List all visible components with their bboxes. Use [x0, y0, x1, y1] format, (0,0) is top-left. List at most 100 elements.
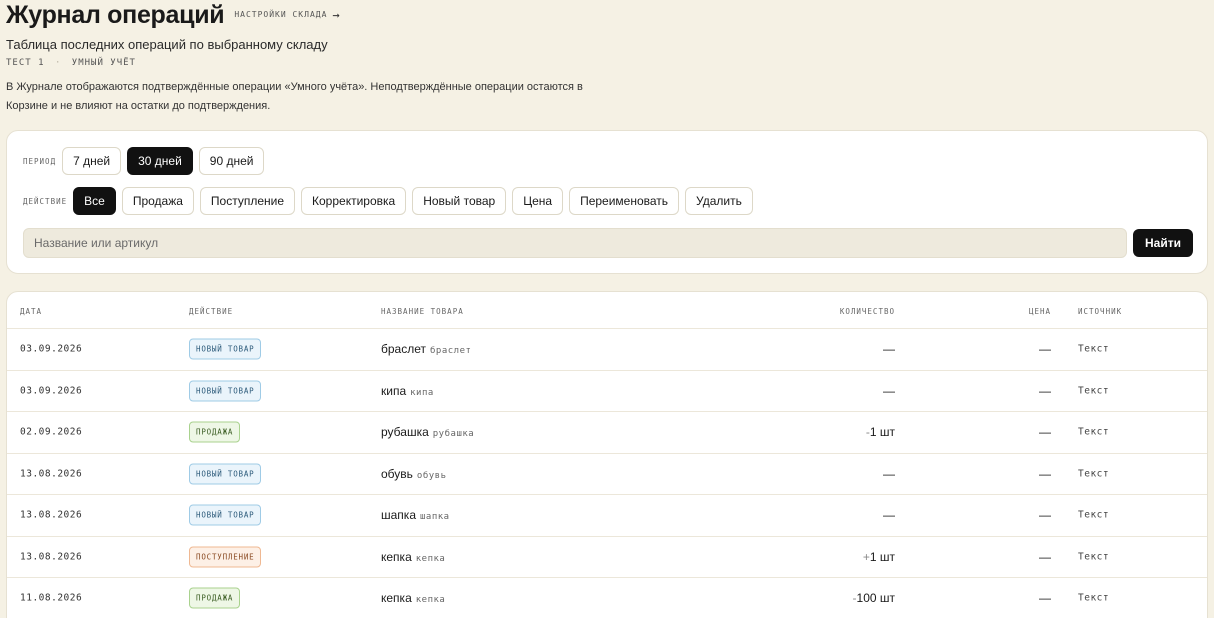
quantity-value: — [883, 508, 895, 523]
action-delete-button[interactable]: Удалить [685, 187, 753, 215]
product-name: обувь [381, 466, 413, 481]
settings-link-label: НАСТРОЙКИ СКЛАДА [234, 10, 328, 19]
product-name-cell: кепка кепка [381, 550, 445, 564]
product-name-cell: браслет браслет [381, 342, 471, 356]
quantity-value: — [883, 466, 895, 481]
product-sku: кепка [415, 553, 446, 564]
page-header: Журнал операций НАСТРОЙКИ СКЛАДА → [6, 0, 341, 30]
quantity-cell: — [883, 342, 895, 356]
action-label: ДЕЙСТВИЕ [23, 196, 68, 206]
quantity-cell: +1 шт [863, 550, 895, 564]
action-badge: ПРОДАЖА [189, 421, 241, 443]
product-name: рубашка [381, 425, 429, 440]
price-cell: — [1039, 508, 1051, 523]
quantity-cell: -1 шт [866, 425, 895, 439]
period-label: ПЕРИОД [23, 156, 57, 166]
product-name-cell: кипа кипа [381, 384, 434, 398]
period-30-days-button[interactable]: 30 дней [127, 147, 193, 175]
price-cell: — [1039, 549, 1051, 564]
row-date: 03.09.2026 [20, 385, 83, 397]
product-name: браслет [381, 342, 426, 357]
row-date: 03.09.2026 [20, 343, 83, 355]
action-badge: НОВЫЙ ТОВАР [189, 463, 262, 485]
table-row[interactable]: 11.08.2026 ПРОДАЖА кепка кепка -100 шт — Текст [7, 578, 1207, 618]
source-cell: Текст [1078, 592, 1110, 604]
product-name-cell: кепка кепка [381, 591, 445, 605]
action-badge: ПРОДАЖА [189, 587, 241, 609]
table-row[interactable]: 13.08.2026 ПОСТУПЛЕНИЕ кепка кепка +1 шт — Тек… [7, 537, 1207, 578]
source-cell: Текст [1078, 551, 1110, 563]
warehouse-settings-link[interactable]: НАСТРОЙКИ СКЛАДА → [234, 8, 340, 22]
column-date: ДАТА [20, 307, 43, 316]
product-sku: рубашка [432, 429, 475, 440]
search-button[interactable]: Найти [1133, 229, 1193, 257]
source-cell: Текст [1078, 385, 1110, 397]
action-price-button[interactable]: Цена [512, 187, 564, 215]
product-name-cell: рубашка рубашка [381, 425, 474, 439]
filter-panel: ПЕРИОД 7 дней 30 дней 90 дней ДЕЙСТВИЕ В… [6, 130, 1208, 274]
action-sale-button[interactable]: Продажа [121, 187, 194, 215]
page-subtitle: Таблица последних операций по выбранному… [6, 37, 328, 52]
period-90-days-button[interactable]: 90 дней [198, 147, 265, 175]
store-name: ТЕСТ 1 [6, 58, 45, 68]
table-row[interactable]: 13.08.2026 НОВЫЙ ТОВАР обувь обувь — — Текст [7, 454, 1207, 495]
action-badge: НОВЫЙ ТОВАР [189, 338, 262, 360]
row-date: 13.08.2026 [20, 509, 83, 521]
product-name: кепка [381, 549, 412, 564]
product-sku: обувь [416, 470, 447, 481]
product-name-cell: шапка шапка [381, 508, 450, 522]
column-quantity: КОЛИЧЕСТВО [839, 307, 895, 316]
product-name-cell: обувь обувь [381, 467, 447, 481]
table-row[interactable]: 03.09.2026 НОВЫЙ ТОВАР кипа кипа — — Текст [7, 371, 1207, 412]
product-sku: шапка [420, 512, 450, 523]
period-7-days-button[interactable]: 7 дней [62, 147, 122, 175]
quantity-value: 1 шт [869, 549, 895, 564]
search-input[interactable] [23, 228, 1127, 258]
source-cell: Текст [1078, 343, 1110, 355]
journal-description: В Журнале отображаются подтверждённые оп… [6, 81, 583, 112]
product-name: кепка [381, 591, 412, 606]
action-filter: ДЕЙСТВИЕ Все Продажа Поступление Коррект… [23, 187, 759, 215]
operations-table: ДАТА ДЕЙСТВИЕ НАЗВАНИЕ ТОВАРА КОЛИЧЕСТВО… [6, 291, 1208, 618]
column-action: ДЕЙСТВИЕ [189, 307, 234, 316]
quantity-value: — [883, 342, 895, 357]
action-income-button[interactable]: Поступление [199, 187, 296, 215]
action-adjustment-button[interactable]: Корректировка [301, 187, 407, 215]
action-badge: НОВЫЙ ТОВАР [189, 504, 262, 526]
column-product-name: НАЗВАНИЕ ТОВАРА [381, 307, 464, 316]
action-rename-button[interactable]: Переименовать [569, 187, 680, 215]
row-date: 11.08.2026 [20, 592, 83, 604]
row-date: 13.08.2026 [20, 468, 83, 480]
period-filter: ПЕРИОД 7 дней 30 дней 90 дней [23, 147, 270, 175]
app-name: УМНЫЙ УЧЁТ [71, 58, 136, 68]
action-new-product-button[interactable]: Новый товар [412, 187, 507, 215]
row-date: 02.09.2026 [20, 426, 83, 438]
price-cell: — [1039, 342, 1051, 357]
source-cell: Текст [1078, 509, 1110, 521]
action-badge: НОВЫЙ ТОВАР [189, 380, 262, 402]
product-sku: кепка [415, 595, 446, 606]
action-all-button[interactable]: Все [73, 187, 116, 215]
arrow-right-icon: → [332, 7, 341, 22]
column-price: ЦЕНА [1028, 307, 1051, 316]
quantity-value: 1 шт [869, 425, 895, 440]
quantity-sign: + [862, 549, 870, 564]
page-title: Журнал операций [6, 1, 225, 29]
table-header: ДАТА ДЕЙСТВИЕ НАЗВАНИЕ ТОВАРА КОЛИЧЕСТВО… [7, 292, 1207, 329]
price-cell: — [1039, 383, 1051, 398]
separator-dot: · [54, 58, 62, 68]
table-row[interactable]: 02.09.2026 ПРОДАЖА рубашка рубашка -1 шт — Тек… [7, 412, 1207, 454]
quantity-cell: — [883, 384, 895, 398]
store-meta: ТЕСТ 1 · УМНЫЙ УЧЁТ [6, 58, 136, 68]
quantity-cell: -100 шт [853, 591, 895, 605]
price-cell: — [1039, 466, 1051, 481]
table-row[interactable]: 13.08.2026 НОВЫЙ ТОВАР шапка шапка — — Текст [7, 495, 1207, 537]
price-cell: — [1039, 425, 1051, 440]
column-source: ИСТОЧНИК [1078, 307, 1123, 316]
action-badge: ПОСТУПЛЕНИЕ [189, 546, 262, 568]
product-name: шапка [381, 508, 416, 523]
quantity-cell: — [883, 467, 895, 481]
quantity-value: 100 шт [856, 591, 895, 606]
table-row[interactable]: 03.09.2026 НОВЫЙ ТОВАР браслет браслет — — Тек… [7, 329, 1207, 371]
row-date: 13.08.2026 [20, 551, 83, 563]
